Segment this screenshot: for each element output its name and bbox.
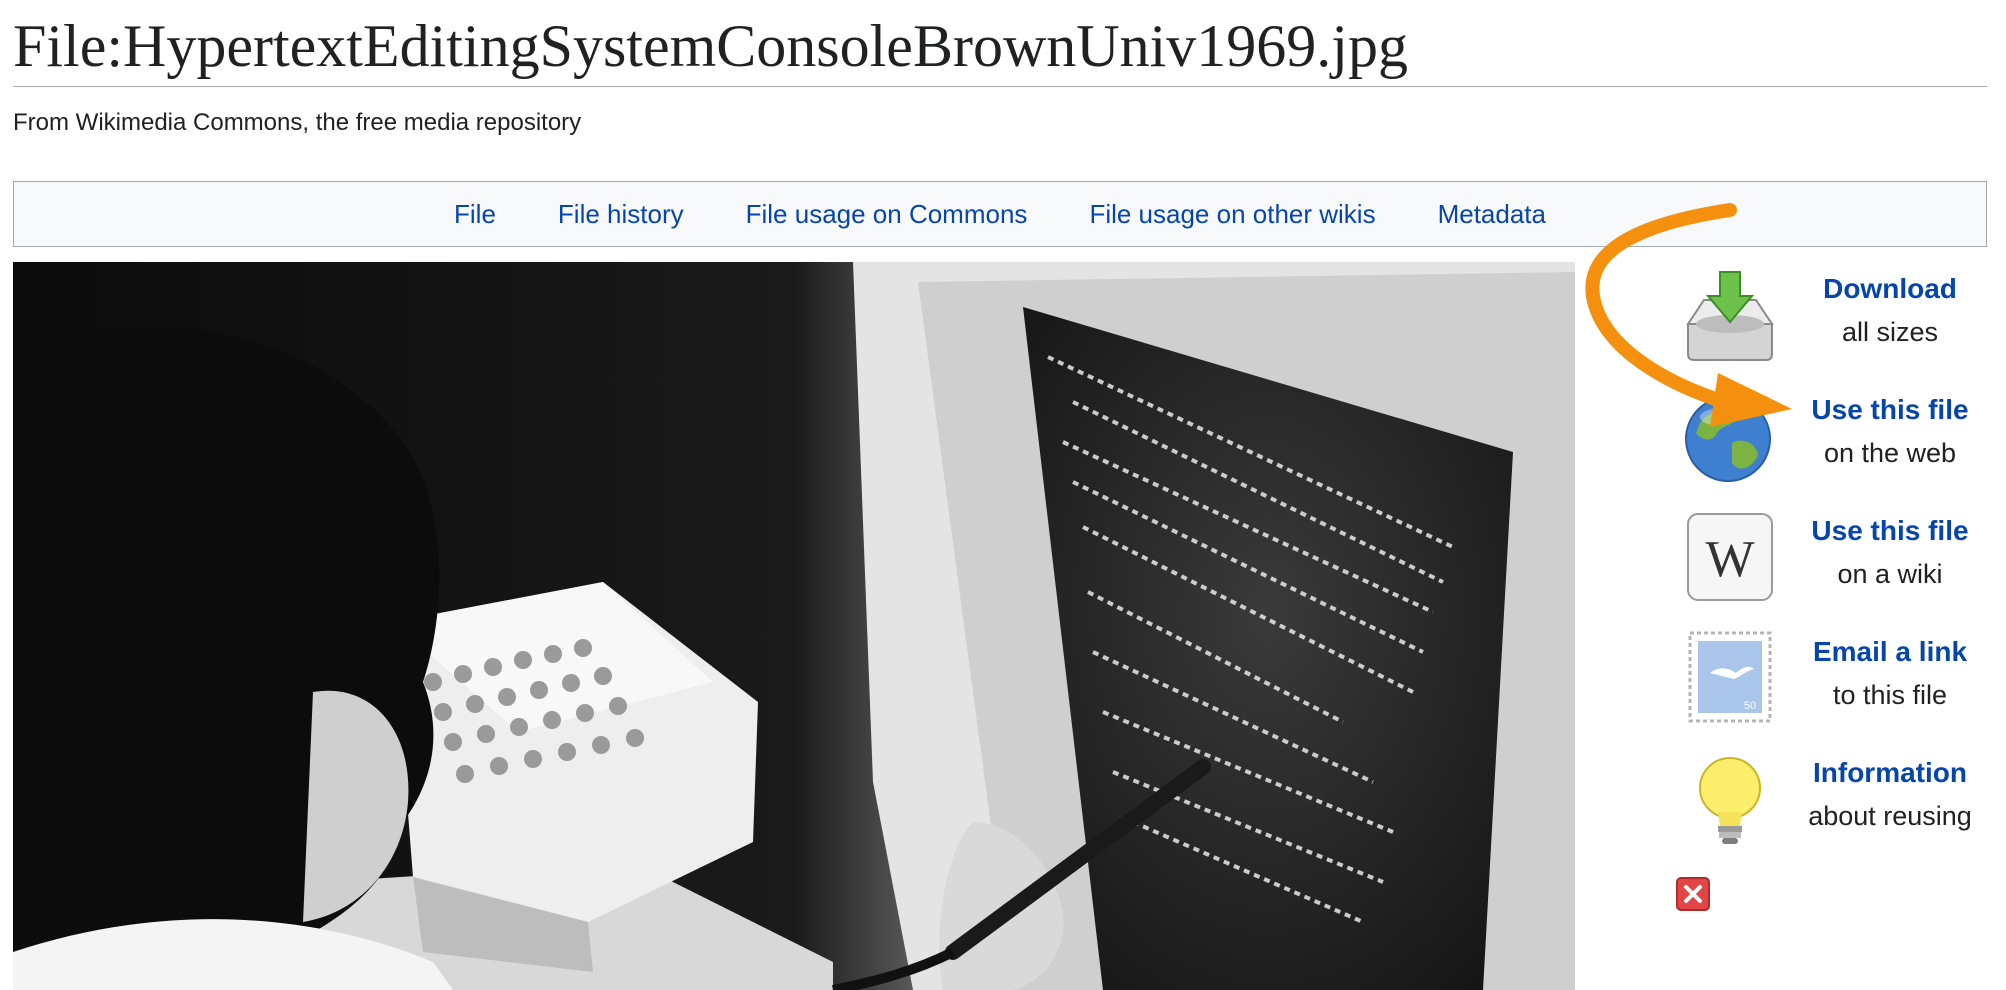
svg-text:50: 50 xyxy=(1744,700,1756,712)
download-icon xyxy=(1680,266,1780,366)
use-on-web-subtitle: on the web xyxy=(1823,438,1957,468)
reuse-info-title[interactable]: Information xyxy=(1790,746,1990,790)
download-action[interactable]: Download all sizes xyxy=(1650,262,1990,372)
email-link-action[interactable]: 50 Email a link to this file xyxy=(1650,625,1990,735)
wikipedia-icon: W xyxy=(1680,508,1780,608)
globe-icon xyxy=(1680,387,1780,487)
page-title: File:HypertextEditingSystemConsoleBrownU… xyxy=(13,6,1987,87)
lightbulb-icon xyxy=(1680,750,1780,850)
use-on-web-title[interactable]: Use this file xyxy=(1790,383,1990,427)
use-on-web-action[interactable]: Use this file on the web xyxy=(1650,383,1990,493)
site-tagline: From Wikimedia Commons, the free media r… xyxy=(13,109,582,136)
use-on-wiki-title[interactable]: Use this file xyxy=(1790,504,1990,548)
use-on-wiki-subtitle: on a wiki xyxy=(1837,559,1943,589)
tab-file-history[interactable]: File history xyxy=(558,199,684,230)
reuse-info-action[interactable]: Information about reusing xyxy=(1650,746,1990,856)
tab-file-usage-other-wikis[interactable]: File usage on other wikis xyxy=(1089,199,1375,230)
download-subtitle: all sizes xyxy=(1841,317,1939,347)
email-link-title[interactable]: Email a link xyxy=(1790,625,1990,669)
tab-metadata[interactable]: Metadata xyxy=(1438,199,1546,230)
tab-file-usage-commons[interactable]: File usage on Commons xyxy=(746,199,1028,230)
download-title[interactable]: Download xyxy=(1790,262,1990,306)
svg-text:W: W xyxy=(1705,531,1754,588)
tab-file[interactable]: File xyxy=(454,199,496,230)
file-image[interactable] xyxy=(13,262,1575,990)
close-icon[interactable] xyxy=(1675,876,1711,912)
reuse-info-subtitle: about reusing xyxy=(1808,801,1972,831)
use-on-wiki-action[interactable]: W Use this file on a wiki xyxy=(1650,504,1990,614)
file-tabs: File File history File usage on Commons … xyxy=(13,181,1987,247)
email-link-subtitle: to this file xyxy=(1832,680,1948,710)
stamp-icon: 50 xyxy=(1680,629,1780,729)
